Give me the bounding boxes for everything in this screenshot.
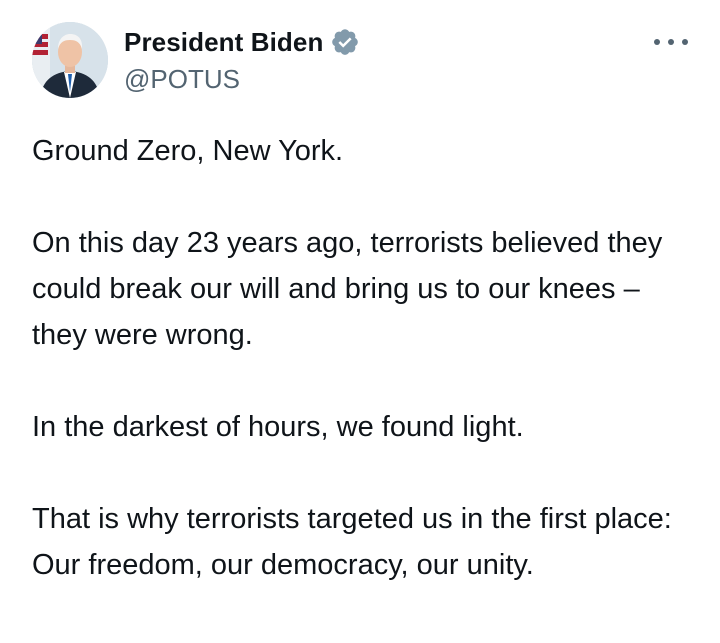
- verified-badge-icon[interactable]: [330, 27, 360, 57]
- tweet-paragraph: That is why terrorists targeted us in th…: [32, 503, 672, 581]
- tweet-paragraph: Ground Zero, New York.: [32, 135, 344, 167]
- dot: [682, 39, 688, 45]
- display-name[interactable]: President Biden: [124, 27, 323, 58]
- more-options-icon[interactable]: [654, 30, 688, 54]
- avatar[interactable]: [32, 22, 108, 98]
- dot: [668, 39, 674, 45]
- display-name-row: President Biden: [124, 24, 360, 60]
- author-names: President Biden @POTUS: [124, 24, 360, 95]
- profile-photo-icon: [32, 22, 108, 98]
- tweet-paragraph: In the darkest of hours, we found light.: [32, 411, 524, 443]
- tweet-header: President Biden @POTUS: [32, 22, 688, 102]
- tweet-card: President Biden @POTUS Ground Zero, New …: [0, 0, 720, 643]
- tweet-paragraph: On this day 23 years ago, terrorists bel…: [32, 227, 663, 351]
- tweet-text: Ground Zero, New York. On this day 23 ye…: [32, 128, 692, 588]
- dot: [654, 39, 660, 45]
- handle[interactable]: @POTUS: [124, 64, 360, 95]
